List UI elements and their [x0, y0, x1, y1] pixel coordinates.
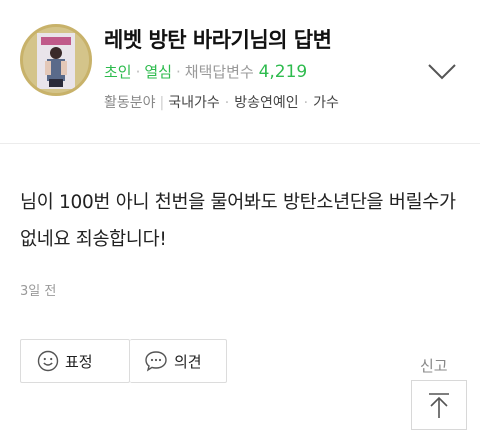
field-item[interactable]: 국내가수: [168, 95, 220, 111]
author-rank: 초인: [104, 63, 132, 81]
author-name[interactable]: 레벳 방탄 바라기님의 답변: [104, 24, 332, 54]
author-avatar[interactable]: [20, 24, 92, 96]
author-specialty: 열심: [144, 63, 172, 81]
fields-separator: |: [159, 95, 165, 111]
comment-button[interactable]: 의견: [130, 339, 227, 383]
smiley-icon: [37, 350, 59, 372]
field-dot: ·: [224, 95, 230, 111]
adopted-label: 채택답변수: [184, 63, 254, 81]
activity-fields-label: 활동분야: [104, 95, 156, 111]
answer-page: 레벳 방탄 바라기님의 답변 초인 · 열심 · 채택답변수 4,219 활동분야 | 국내…: [0, 0, 480, 437]
meta-dot: ·: [176, 63, 181, 81]
emoji-reaction-button[interactable]: 표정: [20, 339, 130, 383]
field-dot: ·: [303, 95, 309, 111]
answer-header: 레벳 방탄 바라기님의 답변 초인 · 열심 · 채택답변수 4,219 활동분야 | 국내…: [0, 0, 480, 144]
answer-timestamp: 3일 전: [20, 284, 57, 299]
expand-profile-button[interactable]: [424, 56, 460, 86]
speech-bubble-icon: [145, 351, 167, 372]
header-divider: [0, 143, 480, 144]
report-button[interactable]: 신고: [420, 355, 448, 376]
activity-fields: 활동분야 | 국내가수 · 방송연예인 · 가수: [104, 92, 339, 112]
chevron-down-icon: [428, 64, 456, 80]
answer-text: 님이 100번 아니 천번을 물어봐도 방탄소년단을 버릴수가 없네요 죄송합니…: [20, 192, 456, 250]
adopted-count: 4,219: [258, 62, 308, 82]
avatar-image: [23, 27, 89, 93]
arrow-up-icon: [429, 393, 449, 418]
field-item[interactable]: 방송연예인: [234, 95, 298, 111]
author-meta: 초인 · 열심 · 채택답변수 4,219: [104, 61, 307, 82]
emoji-reaction-label: 표정: [65, 352, 93, 371]
comment-label: 의견: [174, 352, 202, 371]
scroll-to-top-button[interactable]: [411, 380, 467, 430]
field-item[interactable]: 가수: [313, 95, 339, 111]
meta-dot: ·: [135, 63, 141, 81]
